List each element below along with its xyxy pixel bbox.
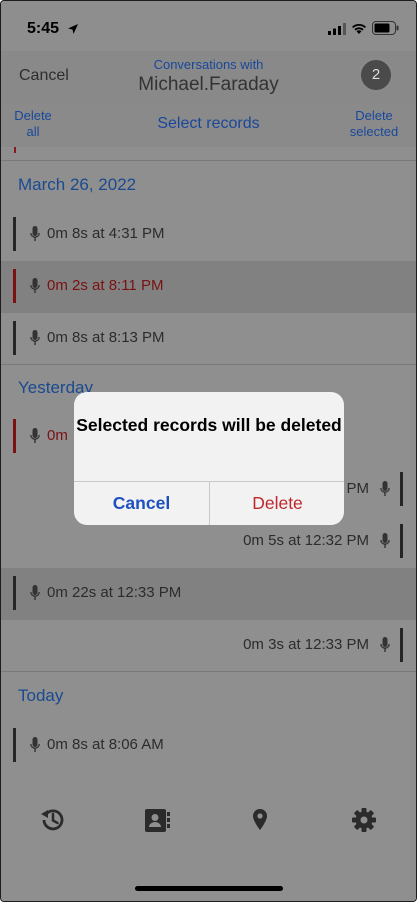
- microphone-icon: [30, 737, 40, 752]
- count-badge[interactable]: 2: [361, 60, 391, 90]
- location-arrow-icon: [68, 24, 78, 34]
- dialog-delete-button[interactable]: Delete: [210, 481, 344, 525]
- microphone-icon: [30, 428, 40, 443]
- record-row[interactable]: 0m 3s at 12:33 PM: [1, 620, 416, 672]
- record-text: 0m 8s at 8:06 AM: [47, 736, 164, 753]
- status-time: 5:45: [27, 20, 60, 37]
- location-icon[interactable]: [245, 805, 275, 835]
- microphone-icon: [380, 481, 390, 496]
- contacts-icon[interactable]: [142, 805, 172, 835]
- record-bar: [400, 628, 403, 662]
- record-bar: [13, 728, 16, 762]
- header-subtitle: Conversations with: [153, 57, 264, 72]
- record-bar: [13, 217, 16, 251]
- microphone-icon: [30, 585, 40, 600]
- record-row[interactable]: 0m 8s at 8:13 PM: [1, 313, 416, 365]
- record-text: 0m 8s at 8:13 PM: [47, 329, 165, 346]
- microphone-icon: [380, 533, 390, 548]
- record-text: 0m 22s at 12:33 PM: [47, 584, 182, 601]
- record-bar: [13, 269, 16, 303]
- record-text: 0m 2s at 8:11 PM: [47, 277, 164, 294]
- partial-record-marker: [14, 147, 16, 153]
- microphone-icon: [30, 330, 40, 345]
- divider: [1, 160, 416, 161]
- home-indicator[interactable]: [135, 886, 283, 891]
- record-bar: [13, 321, 16, 355]
- delete-confirm-dialog: Selected records will be deleted Cancel …: [74, 392, 344, 525]
- dialog-message: Selected records will be deleted: [76, 415, 342, 435]
- divider: [1, 364, 416, 365]
- date-header: March 26, 2022: [18, 175, 137, 194]
- wifi-icon: [352, 23, 366, 34]
- record-text: 0m 8s at 4:31 PM: [47, 225, 165, 242]
- microphone-icon: [30, 226, 40, 241]
- dialog-cancel-button[interactable]: Cancel: [74, 481, 209, 525]
- delete-selected-button[interactable]: Delete selected: [344, 108, 404, 140]
- microphone-icon: [380, 637, 390, 652]
- contact-name: Michael.Faraday: [138, 74, 279, 95]
- record-bar: [13, 576, 16, 610]
- record-text: 0m 3s at 12:33 PM: [243, 636, 369, 653]
- record-bar: [13, 419, 16, 453]
- record-row-selected[interactable]: 0m 2s at 8:11 PM: [1, 261, 416, 313]
- record-bar: [400, 472, 403, 506]
- battery-icon: [372, 21, 399, 35]
- microphone-icon: [30, 278, 40, 293]
- record-row[interactable]: 0m 8s at 4:31 PM: [1, 209, 416, 261]
- record-text: 0m 5s at 12:32 PM: [243, 532, 369, 549]
- history-icon[interactable]: [38, 805, 68, 835]
- record-text: PM: [346, 480, 370, 497]
- phone-screen: 5:45 Cancel Conversations with Michael.F…: [0, 0, 417, 902]
- divider: [1, 671, 416, 672]
- record-text: 0m: [47, 427, 68, 444]
- conversation-header: Cancel Conversations with Michael.Farada…: [1, 51, 416, 103]
- settings-icon[interactable]: [349, 805, 379, 835]
- selection-action-bar: Delete all Select records Delete selecte…: [1, 103, 416, 147]
- status-bar: 5:45: [1, 1, 416, 51]
- record-bar: [400, 524, 403, 558]
- date-header: Today: [18, 686, 64, 705]
- record-row[interactable]: 0m 8s at 8:06 AM: [1, 720, 416, 772]
- tab-bar: [1, 783, 416, 901]
- record-row-selected[interactable]: 0m 22s at 12:33 PM: [1, 568, 416, 620]
- signal-icon: [328, 23, 346, 35]
